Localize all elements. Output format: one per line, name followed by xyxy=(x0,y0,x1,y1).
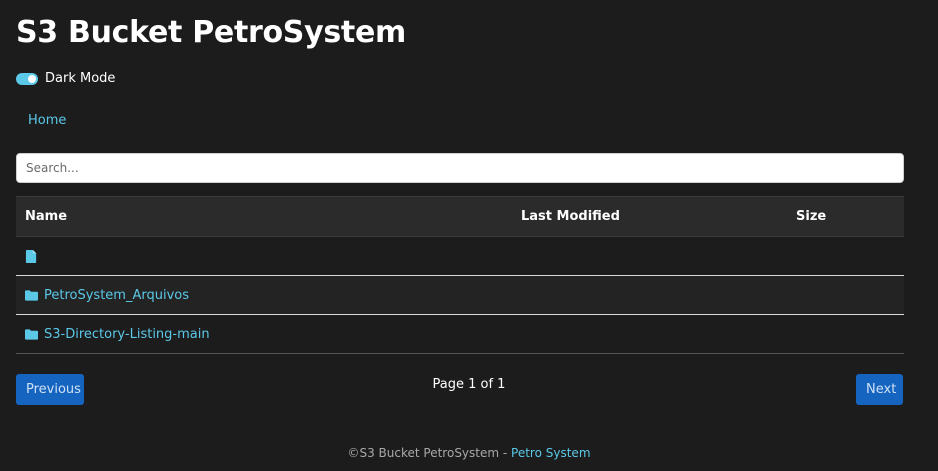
table-header-row: Name Last Modified Size xyxy=(16,196,904,237)
file-icon xyxy=(25,249,37,263)
name-cell: PetroSystem_Arquivos xyxy=(16,276,512,315)
table-row: S3-Directory-Listing-main xyxy=(16,314,904,354)
footer: ©S3 Bucket PetroSystem - Petro System xyxy=(0,446,938,460)
search-input[interactable] xyxy=(16,153,904,183)
folder-link[interactable]: PetroSystem_Arquivos xyxy=(25,288,503,303)
page-title: S3 Bucket PetroSystem xyxy=(16,15,406,50)
table-row xyxy=(16,236,904,276)
column-header-name[interactable]: Name xyxy=(16,196,512,237)
dark-mode-label: Dark Mode xyxy=(45,71,116,86)
footer-text: ©S3 Bucket PetroSystem - xyxy=(347,446,512,460)
folder-icon xyxy=(25,328,38,340)
next-button[interactable]: Next xyxy=(856,374,903,405)
last-modified-cell xyxy=(512,237,787,276)
breadcrumb-home[interactable]: Home xyxy=(28,113,66,128)
file-link[interactable] xyxy=(25,249,503,263)
last-modified-cell xyxy=(512,315,787,354)
table-row: PetroSystem_Arquivos xyxy=(16,275,904,315)
dark-mode-toggle[interactable]: Dark Mode xyxy=(16,71,115,86)
name-cell: S3-Directory-Listing-main xyxy=(16,315,512,354)
last-modified-cell xyxy=(512,276,787,315)
page-info: Page 1 of 1 xyxy=(432,377,506,392)
folder-name: S3-Directory-Listing-main xyxy=(44,326,210,342)
column-header-size[interactable]: Size xyxy=(787,196,904,237)
size-cell xyxy=(787,237,904,276)
name-cell xyxy=(16,237,512,276)
size-cell xyxy=(787,315,904,354)
folder-icon xyxy=(25,289,38,301)
size-cell xyxy=(787,276,904,315)
file-listing-table: Name Last Modified Size PetroSystem_Arqu… xyxy=(16,196,904,354)
column-header-last-modified[interactable]: Last Modified xyxy=(512,196,787,237)
toggle-knob xyxy=(28,74,36,83)
footer-link[interactable]: Petro System xyxy=(511,446,590,460)
toggle-switch[interactable] xyxy=(16,72,38,85)
folder-name: PetroSystem_Arquivos xyxy=(44,287,189,303)
folder-link[interactable]: S3-Directory-Listing-main xyxy=(25,327,503,342)
